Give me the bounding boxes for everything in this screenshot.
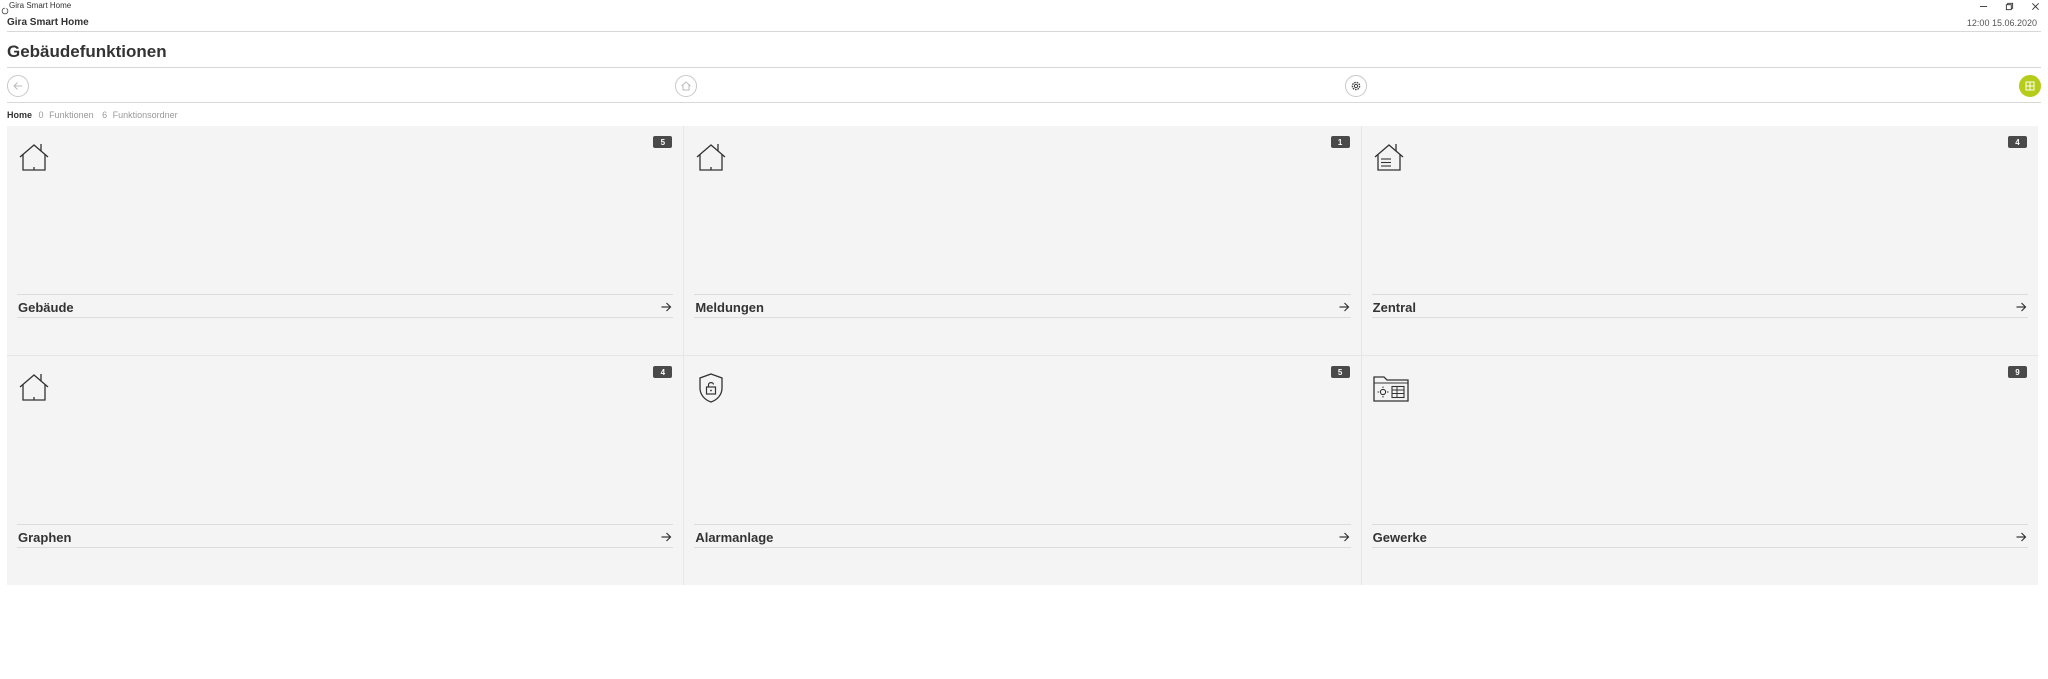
settings-button[interactable] <box>1345 75 1367 97</box>
tile-meldungen[interactable]: 1 Meldungen <box>684 126 1361 355</box>
house-icon <box>17 141 51 175</box>
tile-count-badge: 4 <box>653 366 673 378</box>
arrow-right-icon <box>660 300 672 312</box>
restore-icon <box>2005 2 2013 10</box>
gira-app-icon <box>1 2 9 15</box>
tile-divider <box>17 294 674 295</box>
folders-count: 6 <box>102 110 108 120</box>
home-button[interactable] <box>675 75 697 97</box>
clock: 12:00 15.06.2020 <box>1966 18 2037 28</box>
tile-count-badge: 5 <box>1330 366 1350 378</box>
restore-button[interactable] <box>1996 0 2022 12</box>
tile-label: Graphen <box>18 530 72 545</box>
tile-label: Gewerke <box>1372 530 1427 545</box>
folder-trades-icon <box>1372 371 1410 405</box>
shield-lock-icon <box>694 371 728 405</box>
tile-count-badge: 4 <box>2007 136 2027 148</box>
tile-divider <box>17 547 674 548</box>
tile-alarmanlage[interactable]: 5 Alarmanlage <box>684 356 1361 585</box>
tile-divider <box>1371 524 2028 525</box>
close-button[interactable] <box>2022 0 2048 12</box>
breadcrumb: Home 0 Funktionen 6 Funktionsordner <box>7 110 184 120</box>
tile-divider <box>17 524 674 525</box>
tile-divider <box>694 294 1351 295</box>
tile-divider <box>694 524 1351 525</box>
arrow-right-icon <box>1338 300 1350 312</box>
tile-count-badge: 9 <box>2007 366 2027 378</box>
arrow-right-icon <box>1338 530 1350 542</box>
home-icon <box>681 81 691 91</box>
tile-divider <box>694 317 1351 318</box>
arrow-right-icon <box>2015 530 2027 542</box>
tile-label: Gebäude <box>18 300 74 315</box>
close-icon <box>2031 2 2039 10</box>
window-titlebar: Gira Smart Home <box>0 0 2048 15</box>
tile-divider <box>1371 547 2028 548</box>
functions-count: 0 <box>38 110 44 120</box>
minimize-icon <box>1979 5 1987 7</box>
tile-divider <box>694 547 1351 548</box>
tile-zentral[interactable]: 4 Zentral <box>1361 126 2038 355</box>
arrow-right-icon <box>660 530 672 542</box>
tile-graphen[interactable]: 4 Graphen <box>7 356 684 585</box>
minimize-button[interactable] <box>1970 0 1996 12</box>
tile-label: Meldungen <box>695 300 764 315</box>
app-name: Gira Smart Home <box>7 17 89 28</box>
tile-count-badge: 1 <box>1330 136 1350 148</box>
toolbar <box>7 72 2041 101</box>
house-icon <box>694 141 728 175</box>
arrow-left-icon <box>13 82 22 90</box>
tile-divider <box>1371 317 2028 318</box>
arrow-right-icon <box>2015 300 2027 312</box>
tile-count-badge: 5 <box>653 136 673 148</box>
tile-label: Alarmanlage <box>695 530 774 545</box>
title-divider <box>7 67 2041 68</box>
tile-gewerke[interactable]: 9 Gewerke <box>1361 356 2038 585</box>
function-folder-grid: 5 Gebäude 1 Meldungen 4 Zentral 4 Graphe… <box>7 126 2038 585</box>
functions-label: Funktionen <box>49 110 94 120</box>
gear-icon <box>1351 81 1361 91</box>
tile-divider <box>17 317 674 318</box>
header-divider <box>7 31 2041 32</box>
page-title: Gebäudefunktionen <box>7 42 167 61</box>
house-list-icon <box>1372 141 1406 175</box>
grid-view-button[interactable] <box>2019 75 2041 97</box>
tile-label: Zentral <box>1372 300 1416 315</box>
folders-label: Funktionsordner <box>112 110 178 120</box>
house-icon <box>17 371 51 405</box>
tile-divider <box>1371 294 2028 295</box>
grid-icon <box>2025 81 2035 91</box>
breadcrumb-home[interactable]: Home <box>7 110 32 120</box>
tile-gebaeude[interactable]: 5 Gebäude <box>7 126 684 355</box>
toolbar-divider <box>7 102 2041 103</box>
back-button[interactable] <box>7 75 29 97</box>
window-title: Gira Smart Home <box>9 1 72 10</box>
